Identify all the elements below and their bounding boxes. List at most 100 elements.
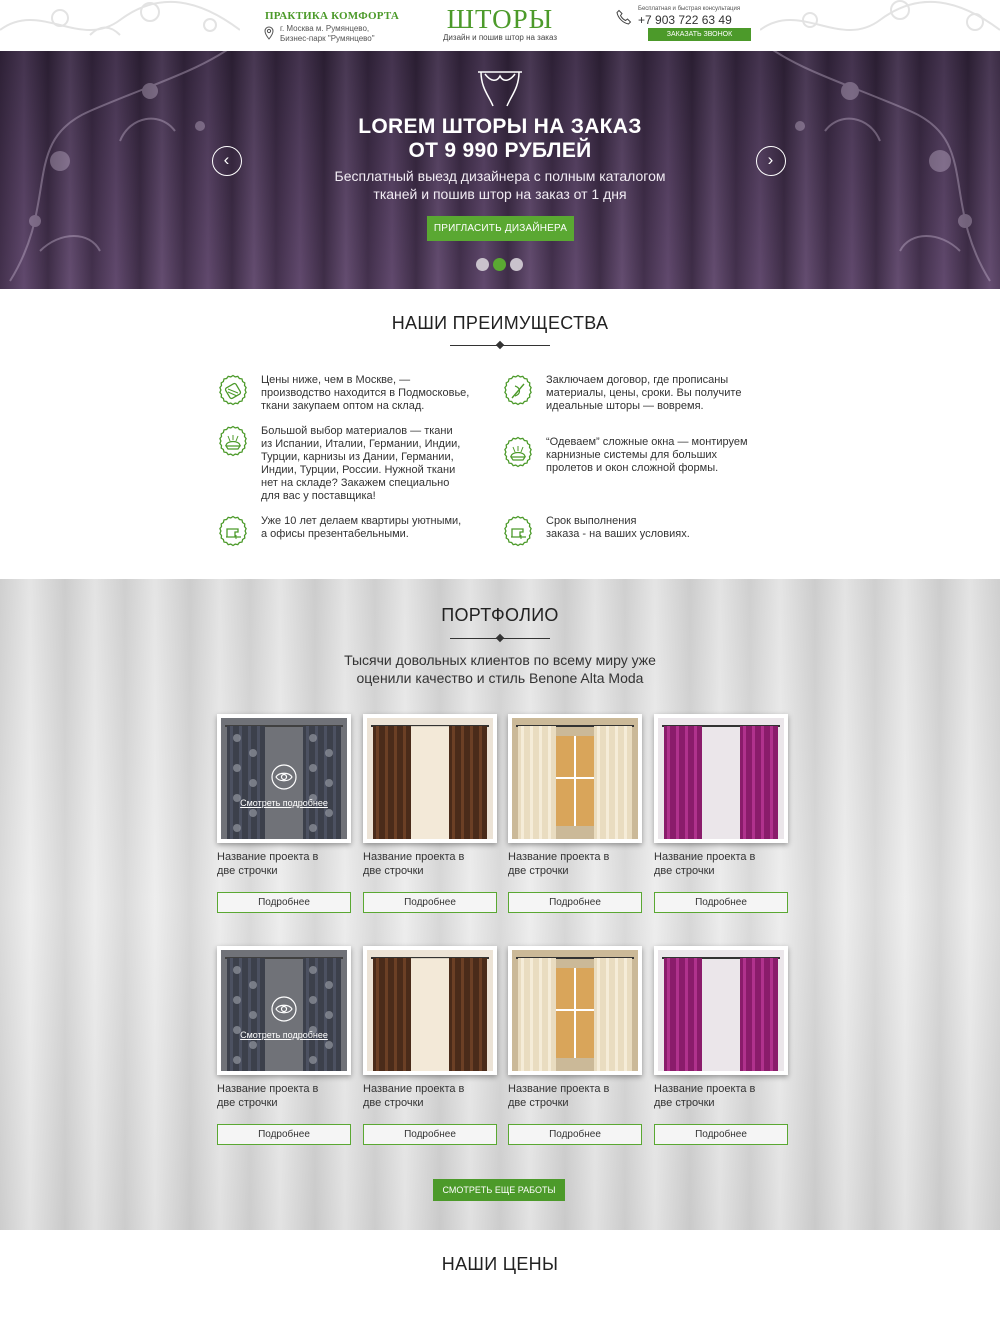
consult-note: Бесплатная и быстрая консультация [638,6,741,12]
eye-icon [271,764,297,790]
slider-dot[interactable] [476,258,489,271]
project-name-line: Название проекта в [508,851,610,863]
image-hover-overlay[interactable]: Смотреть подробнее [221,718,347,839]
project-name-line: две строчки [508,865,569,877]
project-name-line: Название проекта в [363,851,465,863]
curtain-icon [478,71,522,107]
thread-spool-icon [216,374,250,408]
phone-number[interactable]: +7 903 722 63 49 [638,13,732,27]
invite-designer-button[interactable]: ПРИГЛАСИТЬ ДИЗАЙНЕРА [427,216,574,241]
details-button[interactable]: Подробнее [508,1124,642,1145]
details-button[interactable]: Подробнее [654,892,788,913]
slider-prev-button[interactable]: ‹ [212,146,242,176]
advantage-text-line: а офисы презентабельными. [261,528,409,540]
more-works-button[interactable]: СМОТРЕТЬ ЕЩЕ РАБОТЫ [433,1179,565,1201]
advantage-text-line: Заключаем договор, где прописаны [546,374,729,386]
advantage-text: Заключаем договор, где прописаны материал… [546,374,741,413]
sewing-machine-icon [216,515,250,549]
portfolio-lead-line: оценили качество и стиль Benone Alta Mod… [356,670,644,686]
advantage-text-line: Цены ниже, чем в Москве, — [261,374,411,386]
portfolio-image [367,718,493,839]
project-name-line: две строчки [217,865,278,877]
portfolio-image-frame[interactable] [363,946,497,1075]
portfolio-lead-line: Тысячи довольных клиентов по всему миру … [344,652,656,668]
portfolio-image [658,950,784,1071]
project-name-line: Название проекта в [217,1083,319,1095]
brand-name: ПРАКТИКА КОМФОРТА [265,10,399,22]
details-button[interactable]: Подробнее [363,892,497,913]
advantage-text-line: Уже 10 лет делаем квартиры уютными, [261,515,462,527]
title-separator [450,633,550,643]
project-name: Название проекта в две строчки [654,850,790,878]
project-name-line: две строчки [363,865,424,877]
hero-subtitle: Бесплатный выезд дизайнера с полным ката… [250,167,750,203]
view-details-link[interactable]: Смотреть подробнее [221,1030,347,1040]
advantage-text-line: идеальные шторы — вовремя. [546,400,704,412]
portfolio-image [658,718,784,839]
portfolio-image: Смотреть подробнее [221,950,347,1071]
portfolio-image-frame[interactable] [363,714,497,843]
project-name-line: Название проекта в [654,851,756,863]
prices-title: НАШИ ЦЕНЫ [441,1254,559,1274]
portfolio-section: ПОРТФОЛИО Тысячи довольных клиентов по в… [0,579,1000,1230]
site-header: ПРАКТИКА КОМФОРТА г. Москва м. Румянцево… [0,0,1000,51]
project-name: Название проекта в две строчки [508,1082,644,1110]
advantage-text: Срок выполнения заказа - на ваших условия… [546,515,690,541]
sewing-machine-icon [501,515,535,549]
portfolio-image-frame[interactable] [654,714,788,843]
portfolio-image-frame[interactable] [508,946,642,1075]
project-name: Название проекта в две строчки [217,1082,353,1110]
project-name: Название проекта в две строчки [217,850,353,878]
chevron-right-icon: › [767,150,774,169]
project-name-line: Название проекта в [508,1083,610,1095]
image-hover-overlay[interactable]: Смотреть подробнее [221,950,347,1071]
slider-dot-active[interactable] [493,258,506,271]
project-name-line: две строчки [508,1097,569,1109]
advantage-text-line: Индии, Турции, России. Нужной ткани [261,464,456,476]
project-name-line: Название проекта в [654,1083,756,1095]
address-line: г. Москва м. Румянцево, [280,24,370,33]
project-name-line: две строчки [654,865,715,877]
advantage-text-line: Срок выполнения [546,515,637,527]
advantage-text-line: для вас у поставщика! [261,490,376,502]
details-button[interactable]: Подробнее [654,1124,788,1145]
needle-thread-icon [501,374,535,408]
portfolio-image [512,718,638,839]
hero-subtitle-line: тканей и пошив штор на заказ от 1 дня [373,186,627,202]
advantage-text-line: карнизные системы для больших [546,449,718,461]
portfolio-title: ПОРТФОЛИО [441,605,559,625]
details-button[interactable]: Подробнее [508,892,642,913]
portfolio-image-frame[interactable] [508,714,642,843]
project-name-line: две строчки [217,1097,278,1109]
phone-icon [616,9,632,25]
location-pin-icon [264,26,274,40]
logo-word: ШТОРЫ [446,4,554,34]
logo[interactable]: ШТОРЫ Дизайн и пошив штор на заказ [440,4,560,43]
slider-next-button[interactable]: › [756,146,786,176]
project-name-line: Название проекта в [217,851,319,863]
floral-ornament-icon [760,0,1000,31]
details-button[interactable]: Подробнее [217,1124,351,1145]
portfolio-image-frame[interactable]: Смотреть подробнее [217,946,351,1075]
hero-slider: LOREM ШТОРЫ НА ЗАКАЗ ОТ 9 990 РУБЛЕЙ Бес… [0,51,1000,289]
project-name-line: две строчки [654,1097,715,1109]
advantages-title: НАШИ ПРЕИМУЩЕСТВА [391,313,609,333]
project-name-line: Название проекта в [363,1083,465,1095]
portfolio-image-frame[interactable]: Смотреть подробнее [217,714,351,843]
advantage-text: Большой выбор материалов — ткани из Испан… [261,425,460,503]
details-button[interactable]: Подробнее [363,1124,497,1145]
title-separator [450,340,550,350]
floral-ornament-icon [0,0,240,36]
details-button[interactable]: Подробнее [217,892,351,913]
portfolio-image-frame[interactable] [654,946,788,1075]
advantage-text-line: Турции, карнизы из Дании, Германии, [261,451,454,463]
advantage-text-line: ткани закупаем оптом на склад. [261,400,425,412]
pincushion-icon [501,436,535,470]
view-details-link[interactable]: Смотреть подробнее [221,798,347,808]
pincushion-icon [216,425,250,459]
portfolio-image [367,950,493,1071]
order-call-button[interactable]: ЗАКАЗАТЬ ЗВОНОК [648,28,751,41]
slider-dot[interactable] [510,258,523,271]
logo-tagline: Дизайн и пошив штор на заказ [443,33,557,42]
address-line: Бизнес-парк "Румянцево" [280,34,375,43]
